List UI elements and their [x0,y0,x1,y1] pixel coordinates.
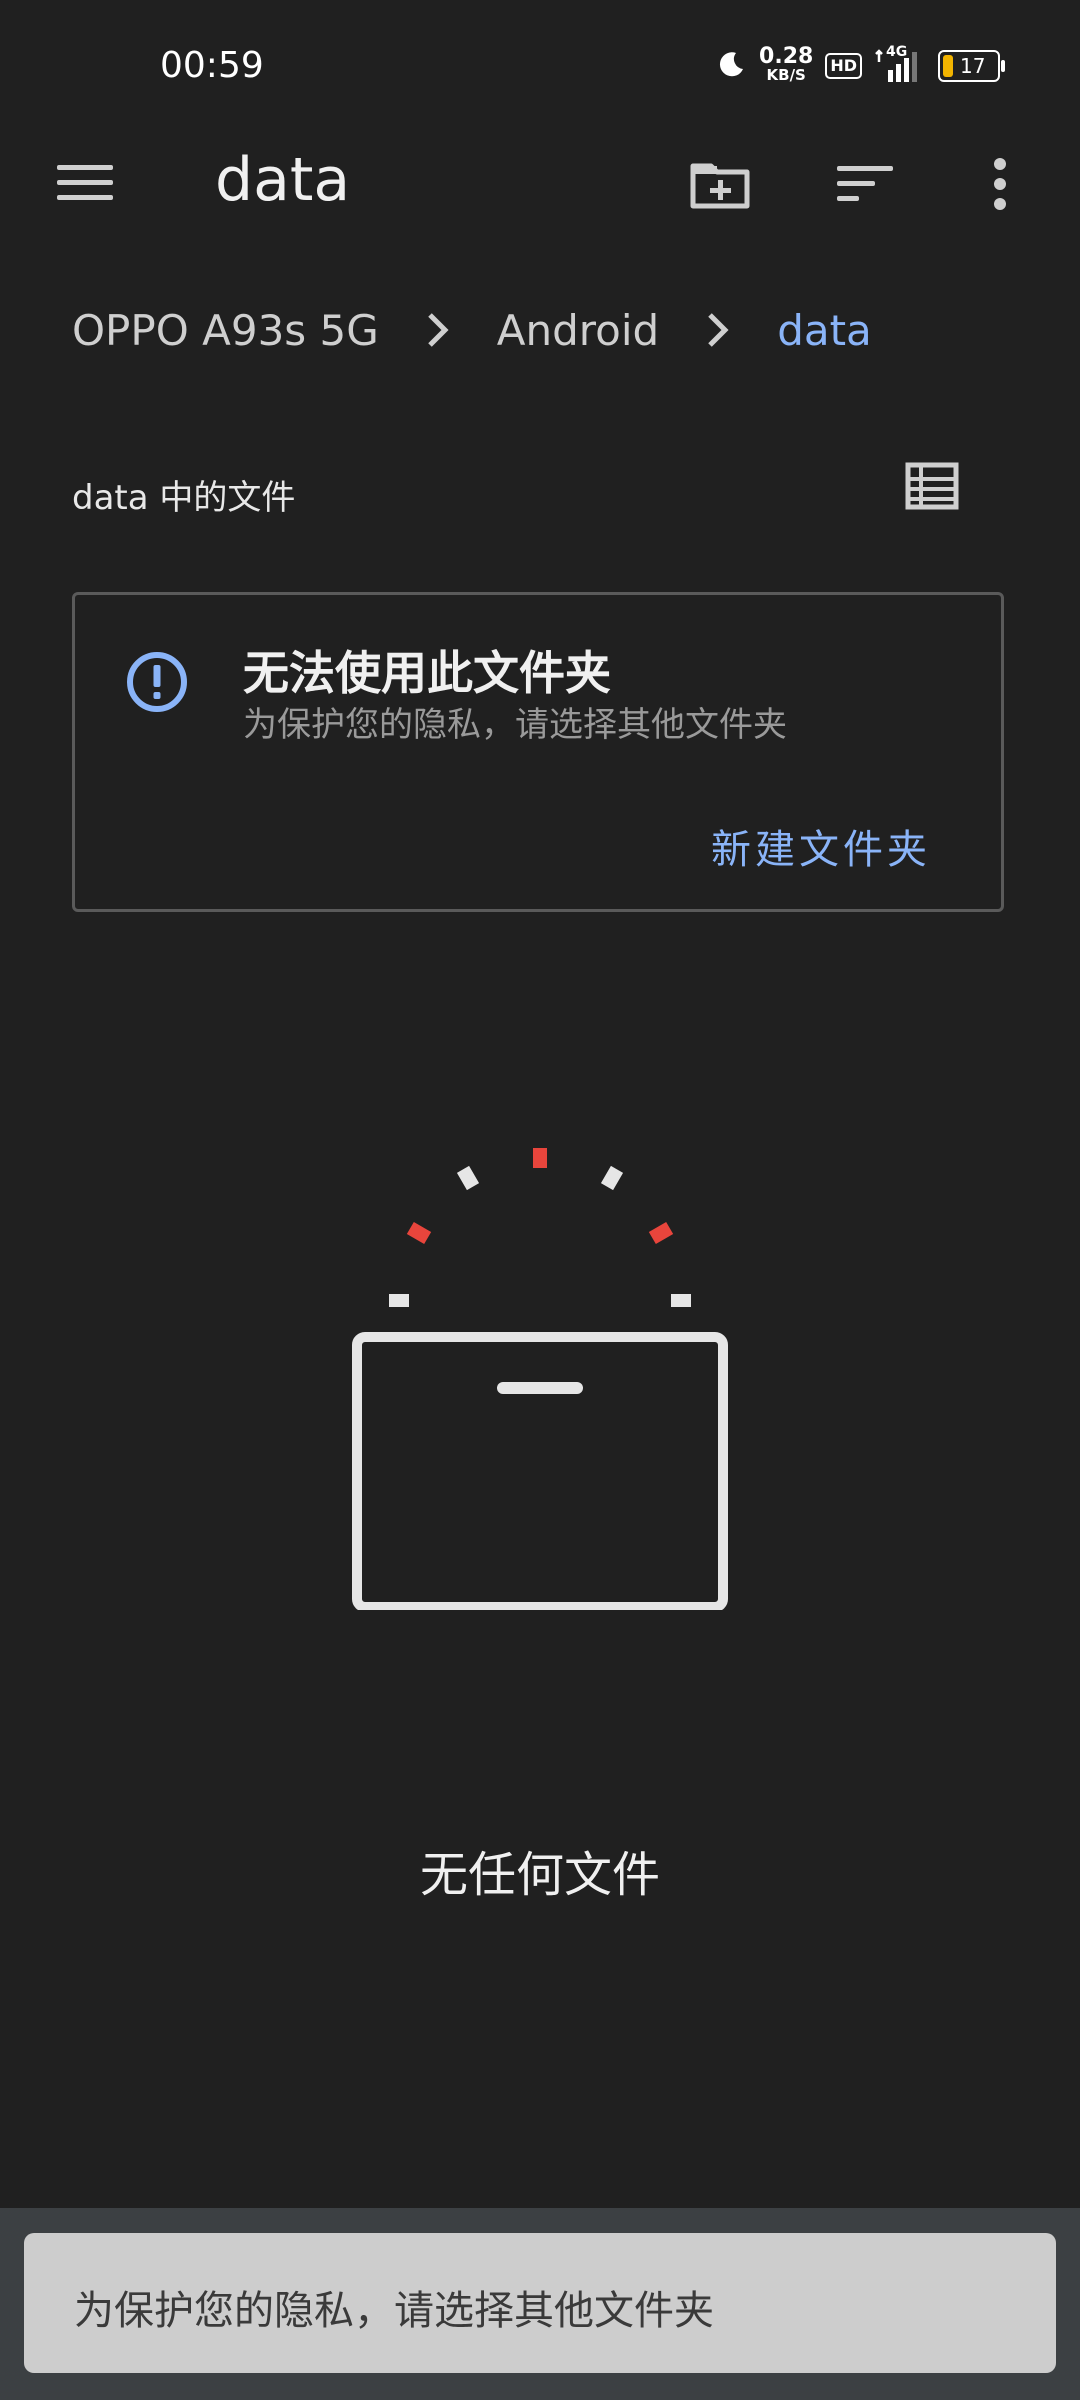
signal-4g-icon: 4G [874,44,926,84]
new-folder-icon [689,158,751,214]
empty-state-text: 无任何文件 [419,1847,660,1903]
more-options-button[interactable] [970,148,1030,224]
app-bar: data [0,130,1080,240]
status-icons: 0.28 KB/S HD 4G 17 [717,44,1005,88]
chevron-right-icon [427,312,449,348]
breadcrumb-item-android[interactable]: Android [497,306,659,355]
breadcrumb-item-data[interactable]: data [777,306,872,355]
network-speed-unit: KB/S [766,66,806,84]
breadcrumb: OPPO A93s 5G Android data [72,300,872,360]
sort-icon [837,164,893,208]
battery-level: 17 [960,54,986,78]
empty-folder-illustration [340,1130,740,1612]
warning-title: 无法使用此文件夹 [243,646,611,700]
chevron-right-icon [707,312,729,348]
more-vert-icon [993,158,1007,214]
clock: 00:59 [160,45,264,86]
menu-icon [57,163,113,207]
section-title: data 中的文件 [72,478,296,518]
network-speed: 0.28 KB/S [759,44,814,85]
moon-icon [717,49,747,83]
hd-icon: HD [825,53,862,79]
status-bar: 00:59 0.28 KB/S HD 4G 17 [0,0,1080,130]
snackbar: 为保护您的隐私，请选择其他文件夹 [24,2233,1056,2373]
new-folder-action-button[interactable]: 新建文件夹 [711,817,931,875]
page-title: data [215,145,351,215]
warning-subtitle: 为保护您的隐私，请选择其他文件夹 [243,705,787,745]
sort-button[interactable] [825,148,905,224]
new-folder-button[interactable] [680,148,760,224]
battery-icon: 17 [938,50,1005,82]
menu-button[interactable] [40,150,130,220]
breadcrumb-item-device[interactable]: OPPO A93s 5G [72,306,379,355]
snackbar-text: 为保护您的隐私，请选择其他文件夹 [74,2288,714,2334]
warning-card: 无法使用此文件夹 为保护您的隐私，请选择其他文件夹 新建文件夹 [72,592,1004,912]
list-view-toggle[interactable] [905,462,965,518]
list-view-icon [905,462,959,514]
network-speed-value: 0.28 [759,44,814,69]
info-alert-icon [125,650,189,718]
